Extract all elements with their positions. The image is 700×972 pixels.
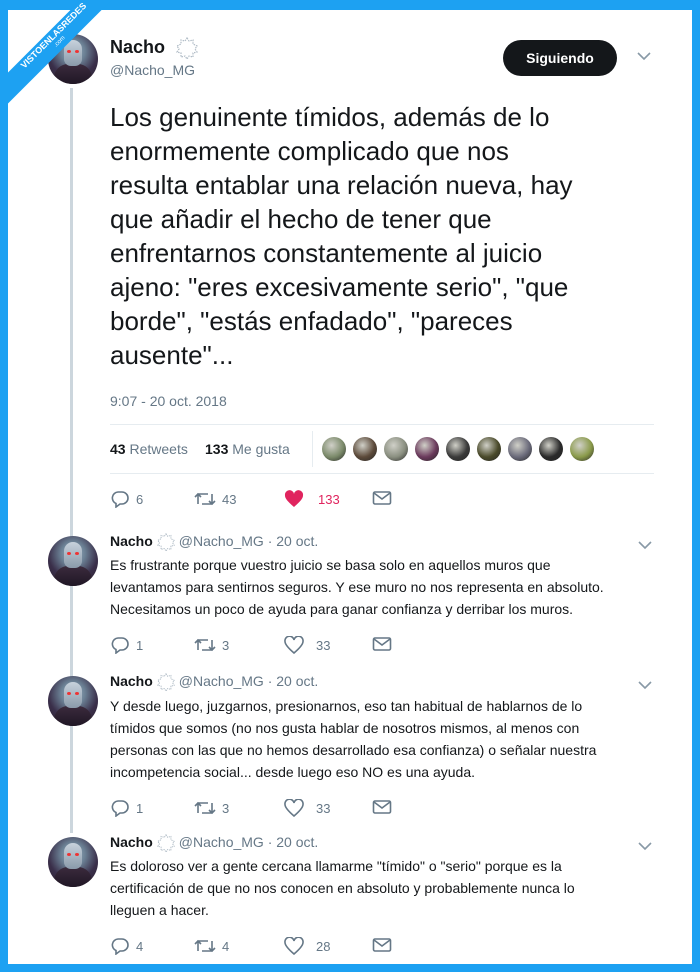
author-name[interactable]: Nacho: [110, 37, 165, 57]
avatar[interactable]: [48, 837, 98, 887]
avatar[interactable]: [48, 536, 98, 586]
liker-avatar[interactable]: [322, 437, 346, 461]
reply-icon: [111, 800, 129, 817]
reply-icon: [111, 491, 129, 508]
author-handle[interactable]: @Nacho_MG: [179, 673, 264, 689]
author-handle[interactable]: @Nacho_MG: [179, 533, 264, 549]
like-action[interactable]: 28: [284, 937, 330, 955]
like-count: 28: [316, 938, 331, 954]
reply-date[interactable]: · 20 oct.: [268, 673, 319, 689]
verified-badge-icon: [156, 834, 175, 853]
author-name[interactable]: Nacho: [110, 834, 153, 850]
reply-header: Nacho @Nacho_MG · 20 oct.: [110, 834, 319, 853]
likes-stat-count: 133: [205, 441, 229, 457]
envelope-icon: [372, 637, 392, 651]
verified-badge-icon: [156, 673, 175, 692]
reply-count: 1: [136, 800, 144, 816]
reply-count: 4: [136, 938, 144, 954]
heart-icon: [284, 937, 304, 955]
retweet-count: 3: [222, 637, 230, 653]
like-action[interactable]: 133: [284, 490, 340, 508]
liker-avatar[interactable]: [415, 437, 439, 461]
chevron-down-icon[interactable]: [638, 677, 652, 693]
retweet-icon: [194, 939, 216, 953]
verified-badge-icon: [176, 37, 199, 60]
stats-divider: [312, 431, 313, 467]
like-action[interactable]: 33: [284, 799, 330, 817]
author-name-row: Nacho: [110, 37, 199, 60]
following-button[interactable]: Siguiendo: [503, 40, 617, 76]
reply-text: Es frustrante porque vuestro juicio se b…: [110, 557, 604, 617]
message-action[interactable]: [372, 490, 398, 506]
reply-header: Nacho @Nacho_MG · 20 oct.: [110, 533, 319, 552]
retweet-count: 3: [222, 800, 230, 816]
reply-header: Nacho @Nacho_MG · 20 oct.: [110, 673, 319, 692]
retweet-icon: [194, 801, 216, 815]
tweet-timestamp[interactable]: 9:07 - 20 oct. 2018: [110, 393, 227, 409]
message-action[interactable]: [372, 799, 398, 815]
frame-bottom: [0, 964, 700, 972]
author-name[interactable]: Nacho: [110, 533, 153, 549]
reply-icon: [111, 637, 129, 654]
reply-action[interactable]: 1: [110, 799, 143, 817]
likes-stat-label: Me gusta: [232, 441, 290, 457]
retweet-action[interactable]: 3: [194, 799, 229, 817]
liker-avatar[interactable]: [353, 437, 377, 461]
tweet-text: Los genuinente tímidos, además de lo eno…: [110, 102, 573, 370]
retweet-icon: [194, 638, 216, 652]
reply-count: 6: [136, 491, 144, 507]
avatar[interactable]: [48, 676, 98, 726]
like-action[interactable]: 33: [284, 636, 330, 654]
reply-icon: [111, 938, 129, 955]
envelope-icon: [372, 938, 392, 952]
likes-stat[interactable]: 133 Me gusta: [205, 441, 290, 457]
retweets-stat[interactable]: 43 Retweets: [110, 441, 188, 457]
like-count: 133: [318, 491, 340, 507]
author-name[interactable]: Nacho: [110, 673, 153, 689]
liker-avatar[interactable]: [384, 437, 408, 461]
heart-filled-icon: [284, 490, 304, 507]
envelope-icon: [372, 800, 392, 814]
author-handle[interactable]: @Nacho_MG: [179, 834, 264, 850]
reply-count: 1: [136, 637, 144, 653]
reply-date[interactable]: · 20 oct.: [268, 533, 319, 549]
verified-badge-icon: [156, 533, 175, 552]
liker-avatar[interactable]: [539, 437, 563, 461]
like-count: 33: [316, 637, 331, 653]
liker-avatar[interactable]: [446, 437, 470, 461]
retweets-stat-label: Retweets: [129, 441, 188, 457]
message-action[interactable]: [372, 636, 398, 652]
chevron-down-icon[interactable]: [637, 48, 651, 64]
reply-text: Es doloroso ver a gente cercana llamarme…: [110, 858, 575, 918]
chevron-down-icon[interactable]: [638, 838, 652, 854]
liker-avatar[interactable]: [508, 437, 532, 461]
chevron-down-icon[interactable]: [638, 537, 652, 553]
retweet-action[interactable]: 3: [194, 636, 229, 654]
heart-icon: [284, 799, 304, 817]
liker-avatar[interactable]: [477, 437, 501, 461]
message-action[interactable]: [372, 937, 398, 953]
retweet-icon: [194, 492, 216, 506]
retweet-count: 43: [222, 491, 237, 507]
frame-left: [0, 0, 8, 972]
reply-date[interactable]: · 20 oct.: [268, 834, 319, 850]
liker-avatar[interactable]: [570, 437, 594, 461]
frame-right: [692, 0, 700, 972]
retweet-action[interactable]: 4: [194, 937, 229, 955]
reply-action[interactable]: 4: [110, 937, 143, 955]
tweet-stats: 43 Retweets 133 Me gusta: [110, 424, 654, 474]
reply-text: Y desde luego, juzgarnos, presionarnos, …: [110, 698, 597, 780]
retweet-count: 4: [222, 938, 230, 954]
reply-action[interactable]: 6: [110, 490, 143, 508]
envelope-icon: [372, 491, 392, 505]
retweet-action[interactable]: 43: [194, 490, 236, 508]
retweets-stat-count: 43: [110, 441, 126, 457]
heart-icon: [284, 636, 304, 654]
reply-action[interactable]: 1: [110, 636, 143, 654]
author-handle[interactable]: @Nacho_MG: [110, 62, 195, 78]
like-count: 33: [316, 800, 331, 816]
